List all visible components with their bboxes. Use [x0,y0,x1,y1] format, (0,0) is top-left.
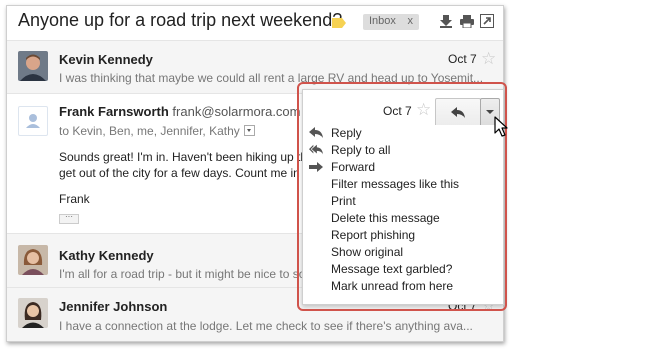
thread-subject: Anyone up for a road trip next weekend? [18,10,343,30]
signature: Frank [59,192,90,206]
star-icon[interactable]: ☆ [481,50,496,67]
sender-name: Jennifer Johnson [59,299,168,314]
show-details-icon[interactable] [243,125,255,137]
sender-email: frank@solarmora.com [172,104,301,119]
subject-bar: Anyone up for a road trip next weekend? … [7,6,503,40]
message-snippet: I have a connection at the lodge. Let me… [59,319,473,333]
mouse-cursor-icon [494,116,508,137]
inbox-label-text: Inbox [369,15,396,27]
avatar [18,245,48,275]
print-all-icon[interactable] [460,14,474,28]
body-line: Sounds great! I'm in. Haven't been hikin… [59,150,308,164]
remove-label-button[interactable]: x [408,15,414,27]
recipients-line[interactable]: to Kevin, Ben, me, Jennifer, Kathy [59,124,255,138]
message-snippet: I'm all for a road trip - but it might b… [59,267,306,281]
label-tag-icon[interactable] [332,18,346,28]
recipients-text: to Kevin, Ben, me, Jennifer, Kathy [59,124,240,138]
annotation-highlight-box [297,82,507,311]
expand-all-icon[interactable] [439,14,453,28]
body-line: get out of the city for a few days. Coun… [59,166,300,180]
sender-name: Kevin Kennedy [59,52,153,67]
message-date: Oct 7 [448,52,477,66]
inbox-label-chip[interactable]: Inbox x [363,14,419,30]
sender-name: Frank Farnsworth frank@solarmora.com [59,104,301,119]
sender-name-text: Frank Farnsworth [59,104,169,119]
new-window-icon[interactable] [480,14,494,28]
show-trimmed-content-button[interactable]: ··· [59,213,79,224]
avatar [18,51,48,81]
avatar [18,298,48,328]
sender-name: Kathy Kennedy [59,248,154,263]
message-body: Sounds great! I'm in. Haven't been hikin… [59,149,307,207]
avatar [18,106,48,136]
